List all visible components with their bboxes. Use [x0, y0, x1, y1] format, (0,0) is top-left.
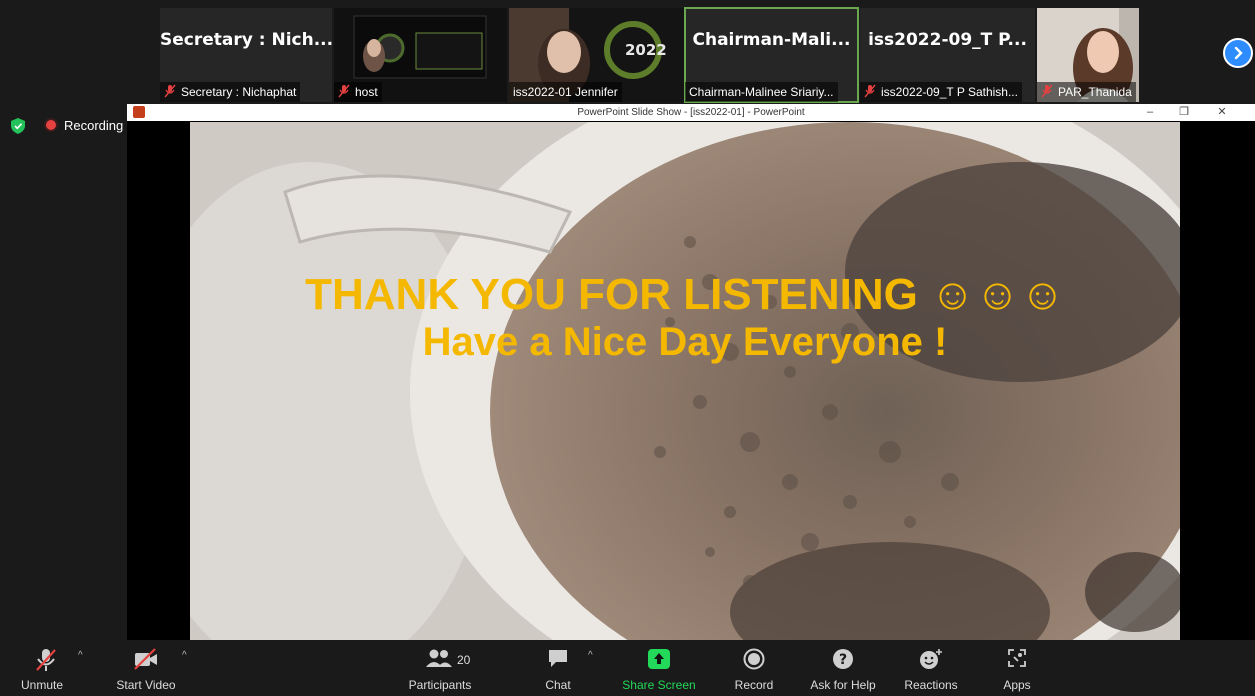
- svg-text:2022: 2022: [625, 41, 667, 59]
- close-icon[interactable]: ✕: [1215, 105, 1229, 119]
- shared-screen-window: PowerPoint Slide Show - [iss2022-01] - P…: [127, 104, 1255, 640]
- chat-options-chevron-icon[interactable]: ^: [588, 650, 593, 661]
- start-video-button[interactable]: ^ Start Video: [100, 640, 200, 696]
- chat-label: Chat: [545, 678, 571, 692]
- next-participants-button[interactable]: [1223, 38, 1253, 68]
- restore-icon[interactable]: ❐: [1177, 105, 1191, 119]
- reactions-label: Reactions: [904, 678, 958, 692]
- participant-caption: host: [334, 82, 382, 102]
- chevron-right-icon: [1234, 46, 1243, 60]
- start-video-label: Start Video: [116, 678, 176, 692]
- participant-tile[interactable]: Secretary : Nich... Secretary : Nichapha…: [160, 8, 332, 102]
- participant-name-large: iss2022-09_T P...: [868, 30, 1027, 50]
- participant-caption-text: iss2022-01 Jennifer: [513, 85, 618, 99]
- participant-caption-text: Secretary : Nichaphat: [181, 85, 297, 99]
- minimize-icon[interactable]: –: [1143, 105, 1157, 119]
- participant-caption: Secretary : Nichaphat: [160, 82, 301, 102]
- participants-button[interactable]: 20 Participants: [395, 640, 485, 696]
- muted-mic-icon: [164, 84, 176, 98]
- window-title: PowerPoint Slide Show - [iss2022-01] - P…: [577, 107, 805, 118]
- muted-mic-icon: [864, 84, 876, 98]
- reactions-button[interactable]: Reactions: [893, 640, 969, 696]
- recording-label: Recording: [64, 118, 124, 133]
- muted-microphone-icon: [36, 649, 56, 671]
- unmute-label: Unmute: [20, 678, 64, 692]
- participant-caption: Chairman-Malinee Sriariy...: [685, 82, 838, 102]
- unmute-button[interactable]: ^ Unmute: [0, 640, 100, 696]
- participant-tile[interactable]: PAR_Thanida: [1037, 8, 1139, 102]
- participant-caption: iss2022-01 Jennifer: [509, 82, 622, 102]
- security-shield-icon[interactable]: [11, 118, 25, 134]
- share-screen-button[interactable]: Share Screen: [614, 640, 704, 696]
- meeting-toolbar: ^ Unmute ^ Start Video 20 Participants ^…: [0, 640, 1255, 696]
- participant-strip: Secretary : Nich... Secretary : Nichapha…: [0, 0, 1255, 104]
- chat-button[interactable]: ^ Chat: [528, 640, 593, 696]
- ask-for-help-button[interactable]: ? Ask for Help: [800, 640, 886, 696]
- muted-mic-icon: [338, 84, 350, 98]
- window-titlebar: PowerPoint Slide Show - [iss2022-01] - P…: [127, 104, 1255, 121]
- svg-text:?: ?: [839, 652, 847, 668]
- record-icon: [743, 648, 765, 670]
- participant-caption-text: Chairman-Malinee Sriariy...: [689, 85, 834, 99]
- slide-subheading: Have a Nice Day Everyone !: [422, 320, 948, 364]
- muted-mic-icon: [1041, 84, 1053, 98]
- video-options-chevron-icon[interactable]: ^: [182, 650, 187, 661]
- participants-count: 20: [457, 653, 471, 667]
- participant-tile[interactable]: 2022 iss2022-01 Jennifer: [509, 8, 685, 102]
- share-screen-label: Share Screen: [622, 678, 696, 692]
- participants-label: Participants: [408, 678, 472, 692]
- participant-caption-text: host: [355, 85, 378, 99]
- help-question-icon: ?: [833, 649, 853, 669]
- apps-button[interactable]: Apps: [990, 640, 1044, 696]
- chat-bubble-icon: [549, 650, 567, 667]
- participant-tile[interactable]: iss2022-09_T P... iss2022-09_T P Sathish…: [860, 8, 1035, 102]
- recording-indicator-icon[interactable]: [46, 120, 56, 130]
- participant-name-large: Secretary : Nich...: [160, 30, 332, 50]
- record-button[interactable]: Record: [724, 640, 784, 696]
- share-screen-icon: [648, 649, 670, 669]
- audio-options-chevron-icon[interactable]: ^: [78, 650, 83, 661]
- coffee-cup-background-image: [190, 122, 1180, 640]
- participant-caption-text: iss2022-09_T P Sathish...: [881, 85, 1018, 99]
- video-off-icon: [134, 648, 157, 670]
- slide-heading: THANK YOU FOR LISTENING ☺☺☺: [305, 270, 1065, 319]
- participant-caption: iss2022-09_T P Sathish...: [860, 82, 1022, 102]
- participant-caption: PAR_Thanida: [1037, 82, 1136, 102]
- participant-caption-text: PAR_Thanida: [1058, 85, 1132, 99]
- apps-label: Apps: [1003, 678, 1031, 692]
- participant-tile-active-speaker[interactable]: Chairman-Mali... Chairman-Malinee Sriari…: [684, 7, 859, 103]
- ask-for-help-label: Ask for Help: [810, 678, 876, 692]
- presentation-slide: THANK YOU FOR LISTENING ☺☺☺ Have a Nice …: [190, 122, 1180, 640]
- participant-tile[interactable]: host: [334, 8, 507, 102]
- record-label: Record: [734, 678, 774, 692]
- participants-icon: [426, 649, 452, 667]
- apps-icon: [1008, 649, 1026, 667]
- participant-name-large: Chairman-Mali...: [692, 30, 851, 50]
- reactions-smiley-icon: [920, 649, 942, 669]
